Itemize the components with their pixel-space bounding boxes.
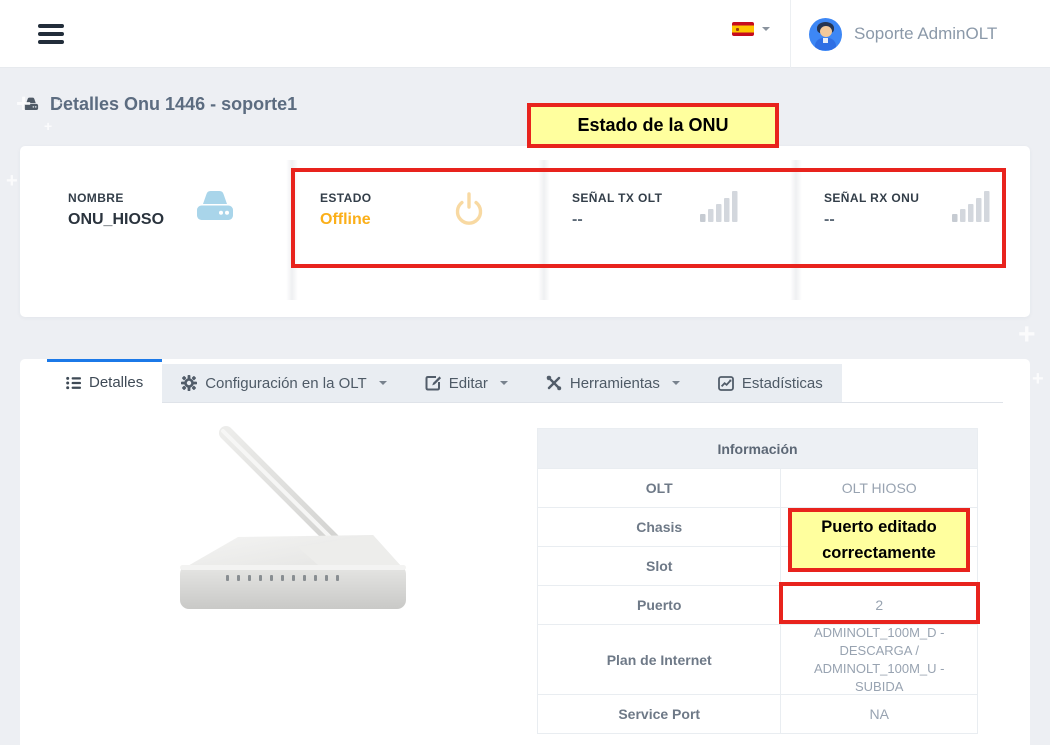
hamburger-menu-icon[interactable]	[38, 24, 64, 44]
status-summary-card: NOMBRE ONU_HIOSO ESTADO Offline SEÑAL TX…	[20, 146, 1030, 317]
chevron-down-icon	[762, 27, 770, 31]
signal-bars-icon	[698, 188, 742, 224]
onu-state-value: Offline	[320, 211, 371, 229]
status-card-senal-tx: SEÑAL TX OLT --	[524, 146, 776, 317]
annotation-estado-onu: Estado de la ONU	[527, 103, 779, 148]
top-navbar: Soporte AdminOLT	[0, 0, 1050, 68]
language-dropdown[interactable]	[732, 22, 770, 36]
status-card-estado: ESTADO Offline	[272, 146, 524, 317]
status-label: ESTADO	[320, 191, 372, 205]
sparkle-decoration: +	[6, 170, 18, 193]
power-icon	[448, 188, 490, 232]
chart-icon	[718, 376, 734, 391]
signal-bars-icon	[950, 188, 994, 224]
tab-estadisticas[interactable]: Estadísticas	[699, 364, 842, 402]
status-label: SEÑAL RX ONU	[824, 191, 919, 205]
spain-flag-icon	[732, 22, 754, 36]
sparkle-decoration: +	[56, 96, 63, 110]
status-card-senal-rx: SEÑAL RX ONU --	[776, 146, 1028, 317]
chevron-down-icon	[379, 381, 387, 385]
annotation-puerto-editado: Puerto editado correctamente	[788, 508, 970, 572]
onu-name-value: ONU_HIOSO	[68, 211, 164, 229]
status-card-nombre: NOMBRE ONU_HIOSO	[20, 146, 272, 317]
gear-icon	[181, 375, 197, 391]
info-table: Información OLT OLT HIOSO Chasis Slot Pu…	[537, 428, 978, 734]
tab-configuracion-olt[interactable]: Configuración en la OLT	[162, 364, 405, 402]
table-row-puerto: Puerto 2	[538, 585, 977, 624]
avatar	[809, 18, 842, 51]
list-icon	[66, 376, 81, 390]
sparkle-decoration: +	[1018, 318, 1036, 352]
chevron-down-icon	[500, 381, 508, 385]
puerto-value: 2	[781, 586, 977, 624]
status-label: SEÑAL TX OLT	[572, 191, 662, 205]
tab-editar[interactable]: Editar	[406, 364, 527, 402]
user-name: Soporte AdminOLT	[854, 24, 997, 44]
tab-detalles[interactable]: Detalles	[47, 359, 162, 403]
router-icon	[192, 188, 238, 224]
edit-icon	[425, 375, 441, 391]
tab-bar: Detalles Configuración en la OLT	[47, 359, 1003, 403]
user-menu[interactable]: Soporte AdminOLT	[790, 0, 1026, 68]
table-row-plan-internet: Plan de Internet ADMINOLT_100M_D - DESCA…	[538, 624, 977, 694]
status-label: NOMBRE	[68, 191, 124, 205]
table-row-service-port: Service Port NA	[538, 694, 977, 733]
sparkle-decoration: +	[1032, 368, 1044, 391]
tx-signal-value: --	[572, 211, 583, 229]
sparkle-decoration: +	[44, 118, 52, 134]
info-table-header: Información	[538, 429, 977, 468]
chevron-down-icon	[672, 381, 680, 385]
rx-signal-value: --	[824, 211, 835, 229]
tab-herramientas[interactable]: Herramientas	[527, 364, 699, 402]
sparkle-decoration: +	[16, 88, 31, 119]
onu-product-image	[168, 415, 418, 630]
table-row-olt: OLT OLT HIOSO	[538, 468, 977, 507]
tools-icon	[546, 375, 562, 391]
